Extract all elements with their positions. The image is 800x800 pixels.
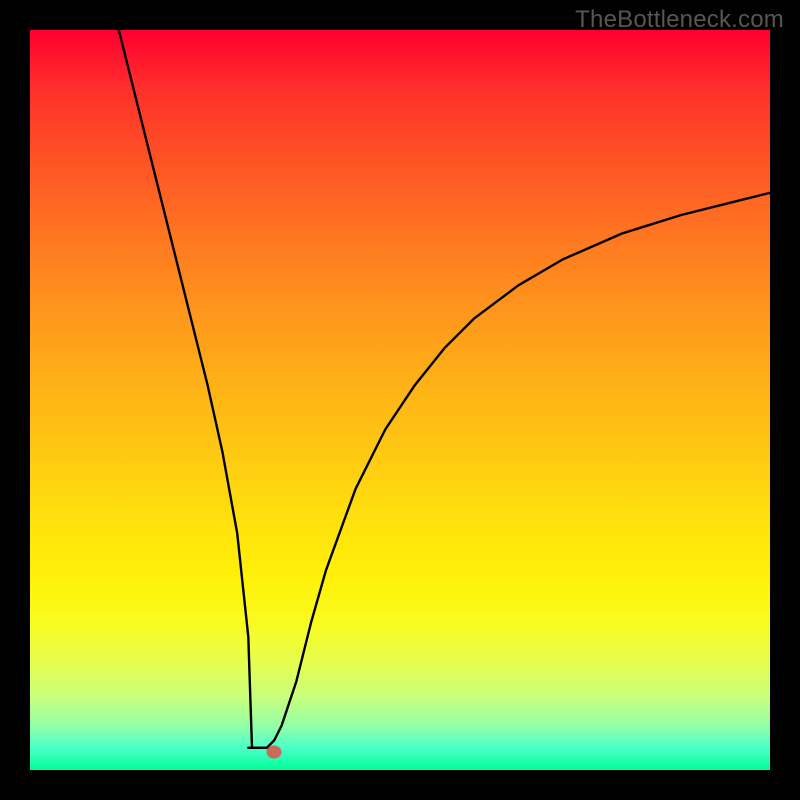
curve-svg — [30, 30, 770, 770]
chart-stage: TheBottleneck.com — [0, 0, 800, 800]
watermark-text: TheBottleneck.com — [575, 6, 784, 34]
plot-area — [30, 30, 770, 770]
minimum-marker-dot — [267, 745, 282, 758]
bottleneck-curve — [119, 30, 770, 748]
